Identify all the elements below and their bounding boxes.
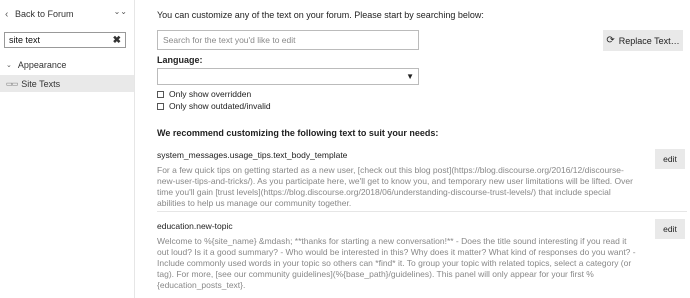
sidebar-filter-input[interactable] [9,35,109,45]
only-overridden-checkbox[interactable] [157,90,164,98]
replace-text-button[interactable]: ⟳ Replace Text… [603,30,683,51]
language-select[interactable]: ▼ [157,68,419,85]
clear-filter-icon[interactable]: ✖ [113,35,121,46]
only-overridden-label: Only show overridden [169,89,252,99]
site-texts-panel: You can customize any of the text on you… [157,0,687,298]
replace-text-label: Replace Text… [618,35,680,46]
only-overridden-option: Only show overridden [157,89,251,99]
back-to-forum-label: Back to Forum [15,9,74,19]
edit-button[interactable]: edit [655,219,685,239]
collapse-sidebar-icon[interactable]: ⌄⌄ [114,7,127,16]
chevron-down-icon: ⌄ [6,62,12,69]
edit-button[interactable]: edit [655,149,685,169]
only-outdated-label: Only show outdated/invalid [169,101,271,111]
intro-text: You can customize any of the text on you… [157,10,484,20]
back-to-forum-link[interactable]: ‹ Back to Forum [5,9,74,20]
site-text-key: system_messages.usage_tips.text_body_tem… [157,150,348,160]
refresh-icon: ⟳ [606,35,615,46]
sidebar-header: ‹ Back to Forum ⌄⌄ [0,6,135,22]
sidebar-section-label: Appearance [17,60,67,70]
sidebar-section-appearance[interactable]: ⌄ Appearance [0,58,135,72]
only-outdated-checkbox[interactable] [157,102,164,110]
site-texts-icon: ▭▭ [6,80,18,88]
only-outdated-option: Only show outdated/invalid [157,101,271,111]
sidebar-item-site-texts[interactable]: ▭▭ Site Texts [0,75,134,92]
site-text-entry: system_messages.usage_tips.text_body_tem… [157,149,687,212]
sidebar-filter: ✖ [4,32,126,48]
site-text-entry: education.new-topic Welcome to %{site_na… [157,219,687,298]
sidebar-item-label: Site Texts [21,78,61,89]
site-text-search-input[interactable] [157,30,419,50]
chevron-left-icon: ‹ [5,8,9,20]
site-text-key: education.new-topic [157,221,233,231]
language-label: Language: [157,55,203,65]
admin-sidebar: ‹ Back to Forum ⌄⌄ ✖ ⌄ Appearance ▭▭ Sit… [0,0,135,298]
recommend-heading: We recommend customizing the following t… [157,128,439,138]
site-text-value: Welcome to %{site_name} &mdash; **thanks… [157,236,636,290]
site-text-value: For a few quick tips on getting started … [157,165,633,208]
caret-down-icon: ▼ [406,72,414,81]
